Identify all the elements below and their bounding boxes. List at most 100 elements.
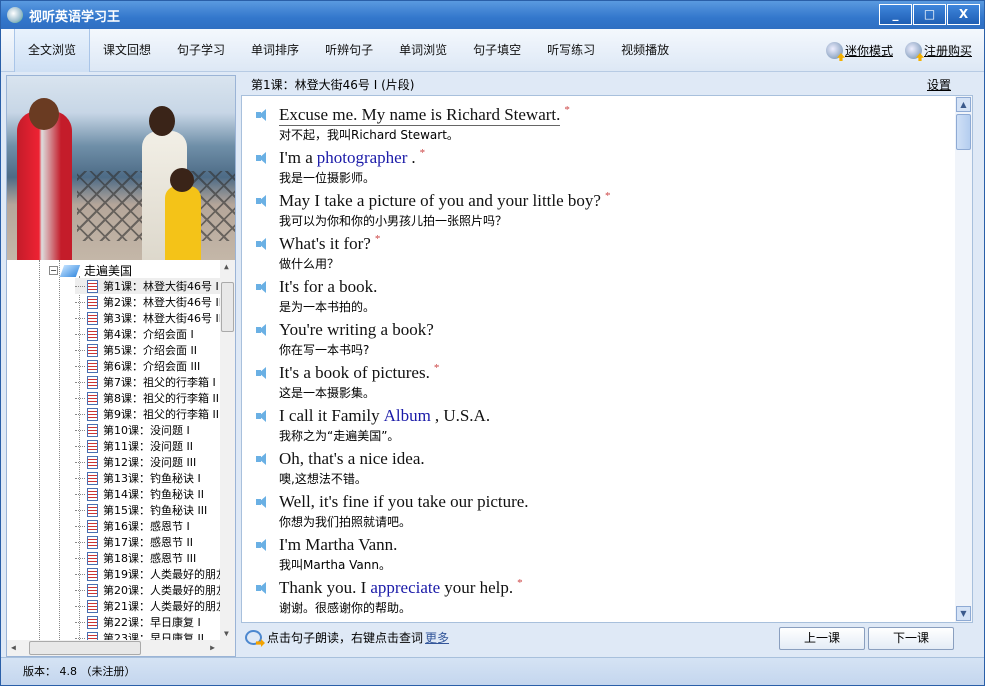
lesson-tree-item[interactable]: 第9课：祖父的行李箱 III [75,406,221,422]
lesson-tree-item[interactable]: 第1课：林登大街46号 I [75,278,221,294]
document-icon [87,375,98,389]
lesson-tree-item[interactable]: 第4课：介绍会面 I [75,326,221,342]
sentence-english[interactable]: It's a book of pictures. [279,363,430,383]
sentence-english[interactable]: I call it Family Album, U.S.A. [279,406,490,426]
speaker-icon[interactable] [256,238,270,250]
tab-5[interactable]: 单词浏览 [386,29,460,72]
speaker-icon[interactable] [256,453,270,465]
sentence-english[interactable]: Well, it's fine if you take our picture. [279,492,529,512]
next-lesson-button[interactable]: 下一课 [868,627,954,650]
sentence-item[interactable]: You're writing a book? 你在写一本书吗? [256,319,610,362]
sentence-english[interactable]: May I take a picture of you and your lit… [279,191,601,211]
lesson-label: 第6课：介绍会面 III [103,360,201,373]
tree-horizontal-scrollbar[interactable]: ◀ ▶ [7,640,235,656]
lesson-tree-item[interactable]: 第3课：林登大街46号 III [75,310,221,326]
lesson-tree-item[interactable]: 第11课：没问题 II [75,438,221,454]
speaker-icon[interactable] [256,582,270,594]
sentence-item[interactable]: I'm Martha Vann. 我叫Martha Vann。 [256,534,610,577]
lesson-tree-item[interactable]: 第7课：祖父的行李箱 I [75,374,221,390]
lesson-tree-item[interactable]: 第16课：感恩节 I [75,518,221,534]
speaker-icon[interactable] [256,539,270,551]
tab-0[interactable]: 全文浏览 [14,28,91,72]
speaker-icon[interactable] [256,324,270,336]
highlighted-word[interactable]: photographer [317,148,408,167]
mini-mode-link[interactable]: 迷你模式 [825,42,893,59]
lesson-tree-item[interactable]: 第12课：没问题 III [75,454,221,470]
lesson-tree-item[interactable]: 第10课：没问题 I [75,422,221,438]
sentence-item[interactable]: I'm a photographer. * 我是一位摄影师。 [256,147,610,190]
speaker-icon[interactable] [256,109,270,121]
star-mark: * [604,190,611,202]
lesson-tree-item[interactable]: 第15课：钓鱼秘诀 III [75,502,221,518]
sentence-item[interactable]: Thank you. Iappreciate your help. * 谢谢。很感谢你… [256,577,610,620]
more-link[interactable]: 更多 [425,629,449,646]
hint-icon [245,630,262,645]
tab-6[interactable]: 句子填空 [460,29,534,72]
collapse-icon[interactable]: − [49,266,58,275]
sentence-english[interactable]: Oh, that's a nice idea. [279,449,425,469]
sentence-item[interactable]: It's for a book. 是为一本书拍的。 [256,276,610,319]
content-scrollbar[interactable]: ▲ ▼ [955,96,972,622]
settings-link[interactable]: 设置 [927,76,951,93]
speaker-icon[interactable] [256,410,270,422]
lesson-tree-item[interactable]: 第13课：钓鱼秘诀 I [75,470,221,486]
sentence-english[interactable]: I'm a photographer. [279,148,416,168]
highlighted-word[interactable]: appreciate [370,578,440,597]
tab-2[interactable]: 句子学习 [164,29,238,72]
document-icon [87,311,98,325]
mini-mode-icon [825,42,843,59]
document-icon [87,295,98,309]
sentence-item[interactable]: Excuse me. My name is Richard Stewart. * 对… [256,104,610,147]
lesson-tree-item[interactable]: 第5课：介绍会面 II [75,342,221,358]
lesson-tree-item[interactable]: 第2课：林登大街46号 II [75,294,221,310]
lesson-label: 第11课：没问题 II [103,440,193,453]
tab-1[interactable]: 课文回想 [90,29,164,72]
lesson-tree-item[interactable]: 第20课：人类最好的朋友 II [75,582,221,598]
sentence-english[interactable]: I'm Martha Vann. [279,535,397,555]
minimize-button[interactable]: _ [879,4,912,25]
sentence-english[interactable]: Thank you. Iappreciate your help. [279,578,513,598]
lesson-tree-item[interactable]: 第18课：感恩节 III [75,550,221,566]
tree-root[interactable]: − 走遍美国 [49,262,132,279]
highlighted-word[interactable]: Album [384,406,431,425]
lesson-tree-item[interactable]: 第6课：介绍会面 III [75,358,221,374]
sentence-english[interactable]: You're writing a book? [279,320,434,340]
maximize-button[interactable]: □ [913,4,946,25]
speaker-icon[interactable] [256,367,270,379]
tab-3[interactable]: 单词排序 [238,29,312,72]
lesson-label: 第12课：没问题 III [103,456,197,469]
speaker-icon[interactable] [256,195,270,207]
lesson-tree-item[interactable]: 第22课：早日康复 I [75,614,221,630]
speaker-icon[interactable] [256,281,270,293]
tab-7[interactable]: 听写练习 [534,29,608,72]
lesson-tree-item[interactable]: 第14课：钓鱼秘诀 II [75,486,221,502]
close-button[interactable]: X [947,4,980,25]
sentence-chinese: 我是一位摄影师。 [279,171,376,185]
sentence-item[interactable]: May I take a picture of you and your lit… [256,190,610,233]
register-link[interactable]: 注册购买 [904,42,972,59]
speaker-icon[interactable] [256,152,270,164]
lesson-tree-item[interactable]: 第17课：感恩节 II [75,534,221,550]
document-icon [87,567,98,581]
sentence-list: Excuse me. My name is Richard Stewart. * 对… [241,95,973,623]
lesson-title: 第1课：林登大街46号 I (片段) [251,78,415,92]
tree-vertical-scrollbar[interactable]: ▲ ▼ [220,260,235,640]
star-mark: * [517,577,523,589]
sentence-english[interactable]: What's it for? [279,234,371,254]
speaker-icon[interactable] [256,496,270,508]
lesson-tree-item[interactable]: 第8课：祖父的行李箱 II [75,390,221,406]
video-player[interactable] [7,76,235,260]
sentence-item[interactable]: What's it for? * 做什么用？ [256,233,610,276]
lesson-tree-item[interactable]: 第21课：人类最好的朋友 III [75,598,221,614]
prev-lesson-button[interactable]: 上一课 [779,627,865,650]
sentence-item[interactable]: I call it Family Album, U.S.A. 我称之为“走遍美国”。 [256,405,610,448]
tab-4[interactable]: 听辨句子 [312,29,386,72]
sentence-english[interactable]: Excuse me. My name is Richard Stewart. [279,105,561,126]
sentence-english[interactable]: It's for a book. [279,277,377,297]
lesson-tree-item[interactable]: 第19课：人类最好的朋友 I [75,566,221,582]
sentence-item[interactable]: It's a book of pictures. * 这是一本摄影集。 [256,362,610,405]
sentence-item[interactable]: Well, it's fine if you take our picture.… [256,491,610,534]
sentence-item[interactable]: Oh, that's a nice idea. 噢,这想法不错。 [256,448,610,491]
lesson-label: 第13课：钓鱼秘诀 I [103,472,201,485]
tab-8[interactable]: 视频播放 [608,29,682,72]
